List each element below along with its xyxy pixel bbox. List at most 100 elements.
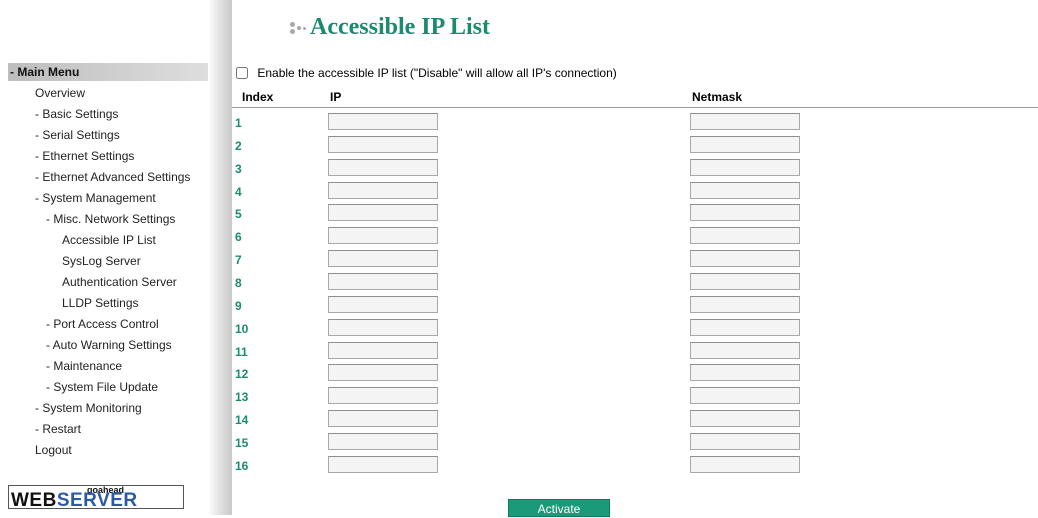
netmask-input[interactable]: [690, 455, 800, 473]
sidebar-divider: [208, 0, 232, 515]
enable-row: Enable the accessible IP list ("Disable"…: [236, 65, 617, 81]
sidebar-item-logout[interactable]: Logout: [35, 441, 72, 459]
netmask-input[interactable]: [690, 364, 800, 382]
table-row: 8: [232, 270, 832, 293]
sidebar-item-restart[interactable]: - Restart: [35, 420, 81, 438]
table-row: 5: [232, 201, 832, 224]
row-index: 16: [235, 458, 249, 473]
table-header: Index IP Netmask: [232, 87, 1038, 108]
row-index: 8: [235, 275, 242, 290]
row-index: 15: [235, 435, 249, 450]
ip-input[interactable]: [328, 410, 438, 428]
table-row: 13: [232, 384, 832, 407]
index-column-header: Index: [242, 90, 274, 104]
ip-input[interactable]: [328, 227, 438, 245]
netmask-input[interactable]: [690, 181, 800, 199]
ip-input[interactable]: [328, 204, 438, 222]
sidebar-item-system-monitoring[interactable]: - System Monitoring: [35, 399, 142, 417]
table-row: 4: [232, 179, 832, 202]
table-row: 2: [232, 133, 832, 156]
ip-input[interactable]: [328, 181, 438, 199]
title-bullet-icon: [288, 19, 308, 37]
table-row: 15: [232, 430, 832, 453]
ip-input[interactable]: [328, 387, 438, 405]
row-index: 11: [235, 344, 248, 359]
sidebar-item-maintenance[interactable]: - Maintenance: [46, 357, 122, 375]
row-index: 13: [235, 390, 249, 405]
row-index: 7: [235, 253, 242, 268]
netmask-input[interactable]: [690, 272, 800, 290]
goahead-webserver-logo: goahead WEBSERVER: [8, 485, 184, 511]
ip-input[interactable]: [328, 158, 438, 176]
netmask-column-header: Netmask: [692, 90, 743, 104]
logo-web-text: WEB: [11, 490, 57, 511]
netmask-input[interactable]: [690, 387, 800, 405]
row-index: 5: [235, 207, 242, 222]
row-index: 6: [235, 230, 242, 245]
row-index: 12: [235, 367, 249, 382]
page-title-text: Accessible IP List: [310, 14, 490, 40]
netmask-input[interactable]: [690, 158, 800, 176]
sidebar-item-accessible-ip-list[interactable]: Accessible IP List: [62, 231, 156, 249]
row-index: 2: [235, 138, 242, 153]
sidebar-item-overview[interactable]: Overview: [35, 84, 85, 102]
netmask-input[interactable]: [690, 204, 800, 222]
table-row: 7: [232, 247, 832, 270]
logo-server-text: SERVER: [56, 490, 138, 511]
netmask-input[interactable]: [690, 410, 800, 428]
sidebar-item-misc-network-settings[interactable]: - Misc. Network Settings: [46, 210, 175, 228]
table-row: 6: [232, 224, 832, 247]
sidebar-item-basic-settings[interactable]: - Basic Settings: [35, 105, 118, 123]
netmask-input[interactable]: [690, 318, 800, 336]
enable-accessible-ip-checkbox[interactable]: [236, 67, 248, 79]
row-index: 4: [235, 184, 242, 199]
netmask-input[interactable]: [690, 113, 800, 130]
ip-input[interactable]: [328, 364, 438, 382]
netmask-input[interactable]: [690, 295, 800, 313]
sidebar-item-lldp-settings[interactable]: LLDP Settings: [62, 294, 139, 312]
sidebar-item-system-management[interactable]: - System Management: [35, 189, 156, 207]
sidebar-item-ethernet-settings[interactable]: - Ethernet Settings: [35, 147, 134, 165]
ip-input[interactable]: [328, 432, 438, 450]
page-title: Accessible IP List: [288, 14, 490, 41]
enable-accessible-ip-label[interactable]: Enable the accessible IP list ("Disable"…: [257, 66, 616, 80]
sidebar-item-serial-settings[interactable]: - Serial Settings: [35, 126, 120, 144]
ip-input[interactable]: [328, 272, 438, 290]
table-row: 16: [232, 453, 832, 476]
netmask-input[interactable]: [690, 250, 800, 268]
row-index: 3: [235, 161, 242, 176]
table-row: 10: [232, 316, 832, 339]
netmask-input[interactable]: [690, 432, 800, 450]
activate-button[interactable]: Activate: [508, 499, 610, 517]
sidebar-item-syslog-server[interactable]: SysLog Server: [62, 252, 141, 270]
table-row: 9: [232, 293, 832, 316]
row-index: 14: [235, 413, 249, 428]
ip-input[interactable]: [328, 341, 438, 359]
table-row: 3: [232, 156, 832, 179]
sidebar-item-port-access-control[interactable]: - Port Access Control: [46, 315, 159, 333]
ip-input[interactable]: [328, 250, 438, 268]
sidebar-item-auto-warning-settings[interactable]: - Auto Warning Settings: [46, 336, 172, 354]
main-menu-header[interactable]: - Main Menu: [8, 63, 208, 81]
sidebar-item-authentication-server[interactable]: Authentication Server: [62, 273, 177, 291]
table-row: 11: [232, 339, 832, 362]
table-row: 14: [232, 407, 832, 430]
netmask-input[interactable]: [690, 135, 800, 153]
ip-input[interactable]: [328, 318, 438, 336]
netmask-input[interactable]: [690, 227, 800, 245]
sidebar-item-ethernet-advanced-settings[interactable]: - Ethernet Advanced Settings: [35, 168, 190, 186]
ip-input[interactable]: [328, 455, 438, 473]
row-index: 1: [235, 116, 242, 130]
ip-input[interactable]: [328, 113, 438, 130]
main-menu-label: - Main Menu: [10, 65, 80, 79]
ip-column-header: IP: [330, 90, 342, 104]
sidebar: - Main Menu Overview - Basic Settings - Se…: [0, 0, 208, 515]
row-index: 10: [235, 321, 249, 336]
sidebar-item-system-file-update[interactable]: - System File Update: [46, 378, 158, 396]
ip-input[interactable]: [328, 295, 438, 313]
ip-input[interactable]: [328, 135, 438, 153]
netmask-input[interactable]: [690, 341, 800, 359]
row-index: 9: [235, 298, 242, 313]
table-row: 1: [232, 110, 832, 133]
table-row: 12: [232, 361, 832, 384]
